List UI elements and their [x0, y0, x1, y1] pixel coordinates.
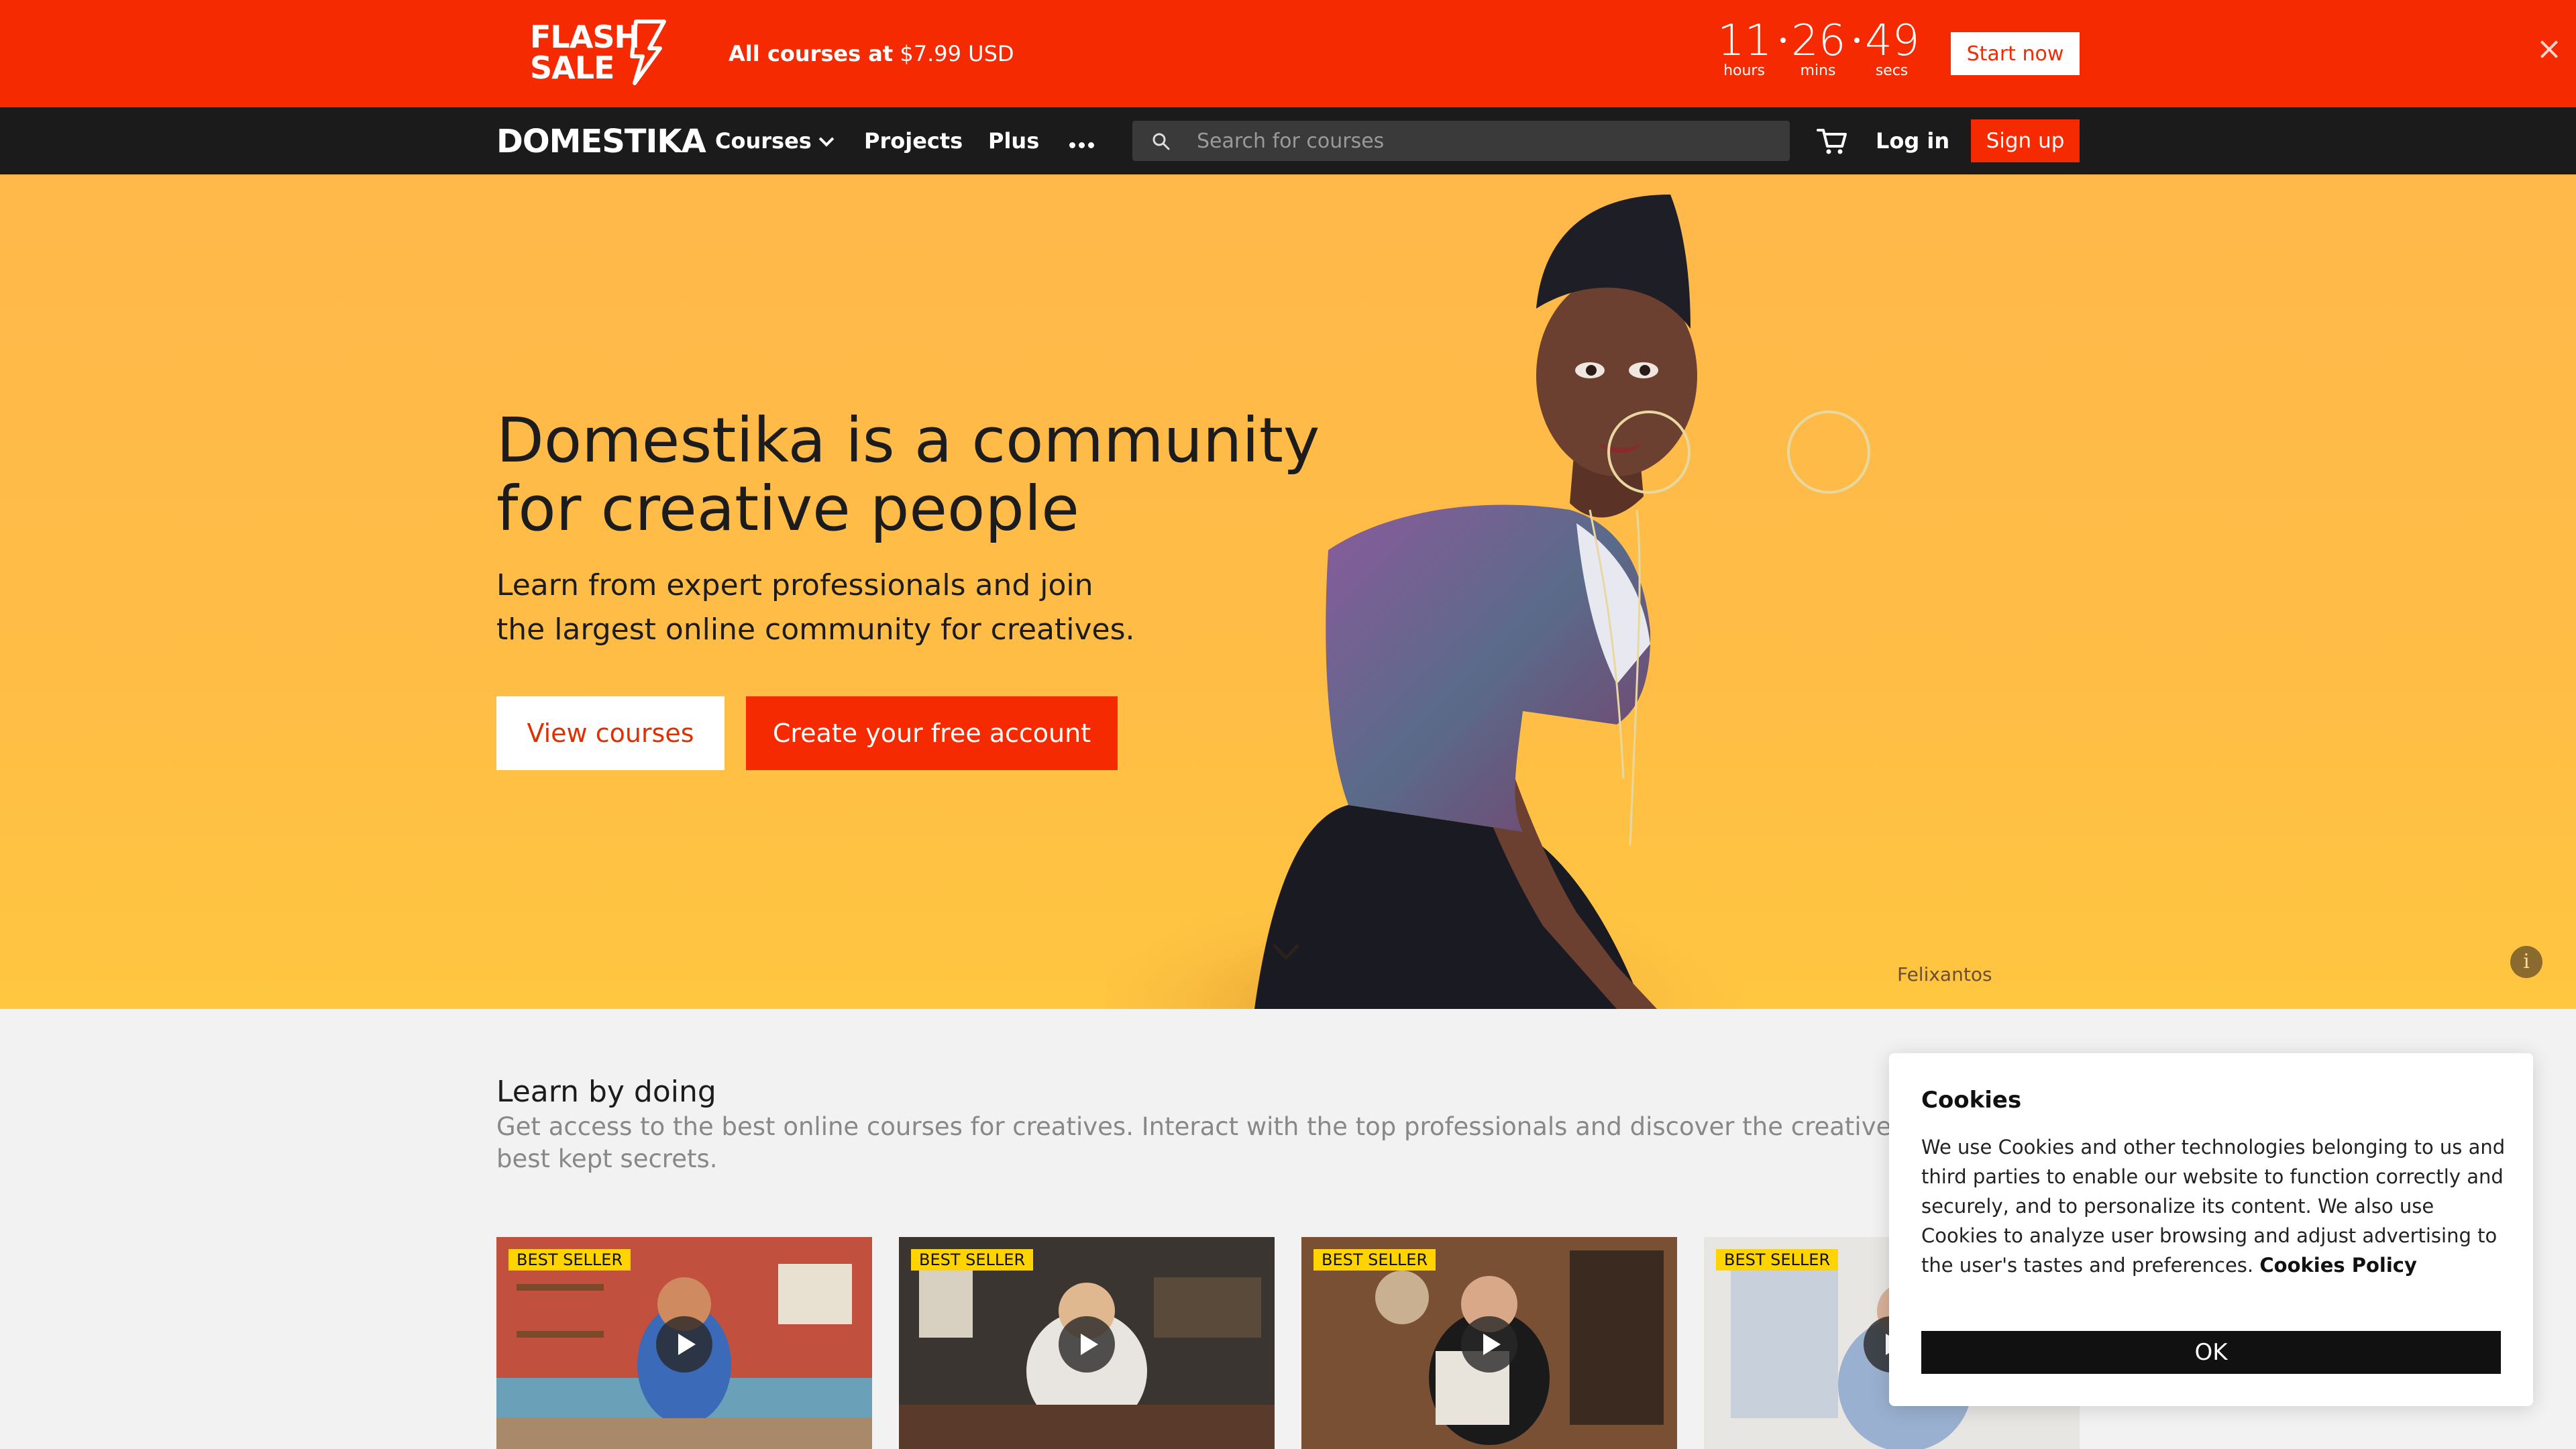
top-navbar: DOMESTIKA Courses Projects Plus Log in S…: [0, 107, 2576, 174]
hero-subtitle-line2: the largest online community for creativ…: [496, 612, 1135, 647]
domestika-logo[interactable]: DOMESTIKA: [496, 123, 706, 160]
start-now-button[interactable]: Start now: [1951, 32, 2080, 75]
flash-sale-banner: FLASH SALE All courses at $7.99 USD 11 h…: [0, 0, 2576, 107]
chevron-down-icon[interactable]: [1271, 936, 1301, 967]
cookies-policy-link[interactable]: Cookies Policy: [2259, 1254, 2417, 1277]
info-icon[interactable]: i: [2510, 946, 2542, 978]
countdown-hours: 11 hours: [1717, 16, 1772, 79]
countdown-secs-value: 49: [1865, 16, 1920, 66]
hero-title: Domestika is a community for creative pe…: [496, 405, 1320, 545]
more-icon[interactable]: [1069, 138, 1097, 151]
cookies-title: Cookies: [1921, 1087, 2022, 1114]
section-title: Learn by doing: [496, 1075, 716, 1109]
countdown-separator: [1854, 38, 1860, 43]
best-seller-badge: BEST SELLER: [1716, 1249, 1839, 1271]
chevron-down-icon: [818, 131, 835, 147]
view-courses-button[interactable]: View courses: [496, 696, 724, 770]
lightning-icon: [630, 19, 666, 85]
cookies-body: We use Cookies and other technologies be…: [1921, 1136, 2506, 1277]
course-card[interactable]: BEST SELLER: [899, 1237, 1275, 1449]
create-account-button[interactable]: Create your free account: [746, 696, 1118, 770]
cookies-dialog: Cookies We use Cookies and other technol…: [1889, 1053, 2533, 1406]
flash-sale-logo-line2: SALE: [530, 50, 614, 86]
login-link[interactable]: Log in: [1876, 127, 1949, 154]
search-input[interactable]: [1195, 121, 1772, 161]
nav-item-projects[interactable]: Projects: [864, 127, 963, 154]
countdown-separator: [1780, 38, 1786, 43]
cookies-text: We use Cookies and other technologies be…: [1921, 1132, 2512, 1280]
flash-sale-text-bold: All courses at: [729, 41, 894, 66]
nav-item-courses[interactable]: Courses: [715, 127, 835, 154]
course-card[interactable]: BEST SELLER: [1301, 1237, 1677, 1449]
close-icon[interactable]: ×: [2533, 32, 2565, 64]
artist-credit[interactable]: Felixantos: [1897, 963, 1992, 985]
course-card[interactable]: BEST SELLER: [496, 1237, 872, 1449]
hero-illustration: [1107, 195, 1870, 1009]
hero-section: Domestika is a community for creative pe…: [0, 174, 2576, 1009]
best-seller-badge: BEST SELLER: [1313, 1249, 1436, 1271]
nav-item-plus[interactable]: Plus: [988, 127, 1039, 154]
best-seller-badge: BEST SELLER: [911, 1249, 1034, 1271]
best-seller-badge: BEST SELLER: [508, 1249, 631, 1271]
section-subtitle: Get access to the best online courses fo…: [496, 1112, 1988, 1173]
signup-button[interactable]: Sign up: [1971, 119, 2080, 162]
countdown-secs: 49 secs: [1865, 17, 1919, 79]
flash-sale-logo: FLASH SALE: [530, 19, 671, 89]
play-icon[interactable]: [1059, 1316, 1115, 1373]
play-icon[interactable]: [656, 1316, 712, 1373]
flash-sale-price: $7.99 USD: [900, 41, 1014, 66]
flash-sale-text: All courses at $7.99 USD: [729, 39, 1014, 68]
countdown-mins-value: 26: [1791, 16, 1846, 66]
cart-icon[interactable]: [1815, 125, 1849, 157]
play-icon[interactable]: [1461, 1316, 1517, 1373]
countdown-hours-value: 11: [1717, 16, 1772, 66]
hero-subtitle-line1: Learn from expert professionals and join: [496, 568, 1093, 602]
search-bar: [1132, 121, 1790, 161]
search-icon: [1152, 133, 1170, 150]
cookies-ok-button[interactable]: OK: [1921, 1331, 2501, 1374]
countdown-hours-label: hours: [1723, 62, 1765, 79]
countdown-mins: 26 mins: [1791, 17, 1845, 79]
hero-subtitle: Learn from expert professionals and join…: [496, 564, 1167, 652]
nav-item-courses-label: Courses: [715, 128, 812, 154]
